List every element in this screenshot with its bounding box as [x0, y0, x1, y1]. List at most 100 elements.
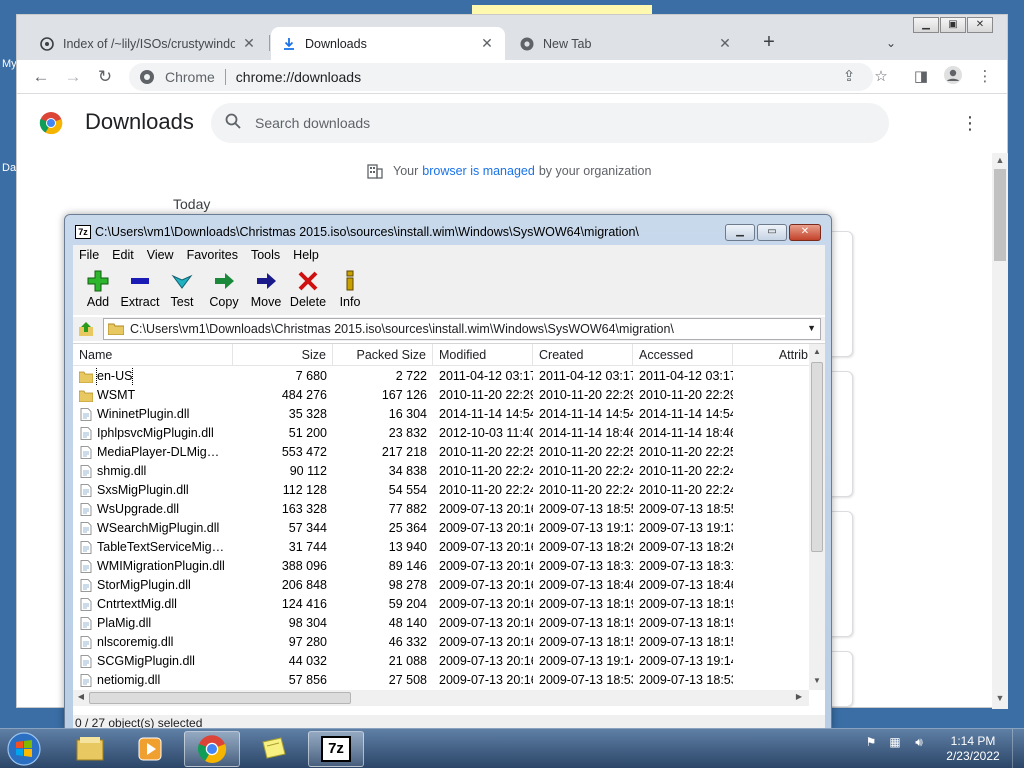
file-row[interactable]: WMIMigrationPlugin.dll 388 096 89 146 2009-…: [73, 557, 815, 576]
file-icon: [80, 636, 92, 649]
scroll-left-icon[interactable]: ◀: [73, 692, 89, 701]
col-name[interactable]: Name: [73, 344, 233, 366]
taskbar-7zip[interactable]: 7z: [308, 731, 364, 767]
file-row[interactable]: WsUpgrade.dll 163 328 77 882 2009-07-13 20:…: [73, 500, 815, 519]
scroll-up-icon[interactable]: ▲: [992, 155, 1008, 165]
taskbar-chrome[interactable]: [184, 731, 240, 767]
back-icon[interactable]: ←: [29, 65, 53, 89]
side-panel-icon[interactable]: ◨: [909, 65, 933, 89]
info-button[interactable]: Info: [329, 265, 371, 315]
move-button[interactable]: Move: [245, 265, 287, 315]
tab-index-of[interactable]: Index of /~lily/ISOs/crustywindo ✕: [29, 27, 267, 60]
file-name: WMIMigrationPlugin.dll: [97, 559, 225, 573]
search-input[interactable]: [255, 115, 815, 131]
forward-icon[interactable]: →: [61, 65, 85, 89]
scroll-thumb[interactable]: [89, 692, 351, 704]
reload-icon[interactable]: ↻: [93, 65, 117, 89]
col-packed-size[interactable]: Packed Size: [333, 344, 433, 366]
col-size[interactable]: Size: [233, 344, 333, 366]
minimize-button[interactable]: ▁: [913, 17, 939, 33]
menu-view[interactable]: View: [147, 248, 174, 262]
managed-link[interactable]: browser is managed: [422, 164, 535, 178]
file-row[interactable]: netiomig.dll 57 856 27 508 2009-07-13 20:16…: [73, 671, 815, 690]
start-button[interactable]: [4, 730, 44, 768]
file-rows: en-US 7 680 2 722 2011-04-12 03:17 2011-04-1…: [73, 367, 815, 690]
taskbar-explorer[interactable]: [62, 731, 118, 767]
file-icon: [80, 579, 92, 592]
bookmark-star-icon[interactable]: ☆: [869, 65, 893, 89]
scroll-down-icon[interactable]: ▼: [992, 693, 1008, 703]
menu-kebab-icon[interactable]: ⋮: [973, 65, 997, 89]
close-button[interactable]: ✕: [789, 224, 821, 241]
file-name-cell: TableTextServiceMig.dll: [73, 538, 233, 557]
search-box[interactable]: [211, 103, 889, 143]
file-row[interactable]: WSMT 484 276 167 126 2010-11-20 22:29 2010-1…: [73, 386, 815, 405]
profile-icon[interactable]: [941, 65, 965, 89]
delete-button[interactable]: Delete: [287, 265, 329, 315]
close-icon[interactable]: ✕: [479, 35, 495, 52]
menu-tools[interactable]: Tools: [251, 248, 280, 262]
add-button[interactable]: Add: [77, 265, 119, 315]
scroll-up-icon[interactable]: ▲: [809, 347, 825, 356]
show-desktop-button[interactable]: [1012, 729, 1024, 768]
volume-icon[interactable]: 🔊︎: [910, 733, 928, 751]
maximize-button[interactable]: ▭: [757, 224, 787, 241]
close-button[interactable]: ✕: [967, 17, 993, 33]
test-button[interactable]: Test: [161, 265, 203, 315]
close-icon[interactable]: ✕: [717, 35, 733, 52]
file-row[interactable]: PlaMig.dll 98 304 48 140 2009-07-13 20:16 20…: [73, 614, 815, 633]
address-bar[interactable]: Chrome chrome://downloads: [129, 63, 873, 91]
new-tab-button[interactable]: +: [757, 31, 781, 55]
extract-button[interactable]: Extract: [119, 265, 161, 315]
col-attrib[interactable]: Attrib: [733, 344, 815, 366]
scroll-right-icon[interactable]: ▶: [791, 692, 807, 701]
file-row[interactable]: StorMigPlugin.dll 206 848 98 278 2009-07-13…: [73, 576, 815, 595]
horizontal-scrollbar[interactable]: ◀ ▶: [73, 690, 809, 706]
scroll-down-icon[interactable]: ▼: [809, 676, 825, 685]
menu-file[interactable]: File: [79, 248, 99, 262]
tab-search-button[interactable]: ⌄: [879, 31, 903, 55]
file-row[interactable]: IphlpsvcMigPlugin.dll 51 200 23 832 2012-10…: [73, 424, 815, 443]
path-field[interactable]: C:\Users\vm1\Downloads\Christmas 2015.is…: [103, 318, 821, 340]
cell-accessed: 2009-07-13 19:14: [639, 654, 733, 668]
scroll-thumb[interactable]: [811, 362, 823, 552]
col-accessed[interactable]: Accessed: [633, 344, 733, 366]
network-icon[interactable]: ▦: [886, 733, 904, 751]
maximize-button[interactable]: ▣: [940, 17, 966, 33]
share-icon[interactable]: ⇪: [837, 65, 861, 89]
file-row[interactable]: MediaPlayer-DLMigPlu... 553 472 217 218 201…: [73, 443, 815, 462]
taskbar-sticky-notes[interactable]: [246, 731, 302, 767]
tab-downloads[interactable]: Downloads ✕: [271, 27, 505, 60]
menu-help[interactable]: Help: [293, 248, 319, 262]
scroll-thumb[interactable]: [994, 169, 1006, 261]
managed-suffix: by your organization: [538, 164, 652, 178]
tab-new-tab[interactable]: New Tab ✕: [509, 27, 743, 60]
vertical-scrollbar[interactable]: ▲ ▼: [809, 344, 825, 690]
file-row[interactable]: TableTextServiceMig.dll 31 744 13 940 2009-…: [73, 538, 815, 557]
close-icon[interactable]: ✕: [241, 35, 257, 52]
action-center-icon[interactable]: ⚑: [862, 733, 880, 751]
cell-accessed: 2009-07-13 18:15: [639, 635, 733, 649]
clock[interactable]: 1:14 PM 2/23/2022: [946, 734, 1000, 764]
taskbar-media-player[interactable]: [122, 731, 178, 767]
file-row[interactable]: shmig.dll 90 112 34 838 2010-11-20 22:24 201…: [73, 462, 815, 481]
copy-button[interactable]: Copy: [203, 265, 245, 315]
file-row[interactable]: WininetPlugin.dll 35 328 16 304 2014-11-14 …: [73, 405, 815, 424]
file-row[interactable]: CntrtextMig.dll 124 416 59 204 2009-07-13 2…: [73, 595, 815, 614]
file-row[interactable]: SCGMigPlugin.dll 44 032 21 088 2009-07-13 2…: [73, 652, 815, 671]
file-row[interactable]: SxsMigPlugin.dll 112 128 54 554 2010-11-20 …: [73, 481, 815, 500]
col-modified[interactable]: Modified: [433, 344, 533, 366]
chevron-down-icon[interactable]: ▼: [807, 323, 816, 333]
file-row[interactable]: en-US 7 680 2 722 2011-04-12 03:17 2011-04-1…: [73, 367, 815, 386]
col-created[interactable]: Created: [533, 344, 633, 366]
cell-modified: 2010-11-20 22:24: [439, 483, 533, 497]
menu-favorites[interactable]: Favorites: [187, 248, 238, 262]
up-folder-icon[interactable]: [75, 319, 97, 339]
file-row[interactable]: nlscoremig.dll 97 280 46 332 2009-07-13 20:…: [73, 633, 815, 652]
menu-edit[interactable]: Edit: [112, 248, 134, 262]
more-actions-icon[interactable]: ⋮: [961, 113, 979, 134]
title-bar[interactable]: 7z C:\Users\vm1\Downloads\Christmas 2015…: [65, 215, 831, 249]
page-scrollbar[interactable]: ▲ ▼: [992, 153, 1008, 709]
file-row[interactable]: WSearchMigPlugin.dll 57 344 25 364 2009-07-…: [73, 519, 815, 538]
minimize-button[interactable]: ▁: [725, 224, 755, 241]
